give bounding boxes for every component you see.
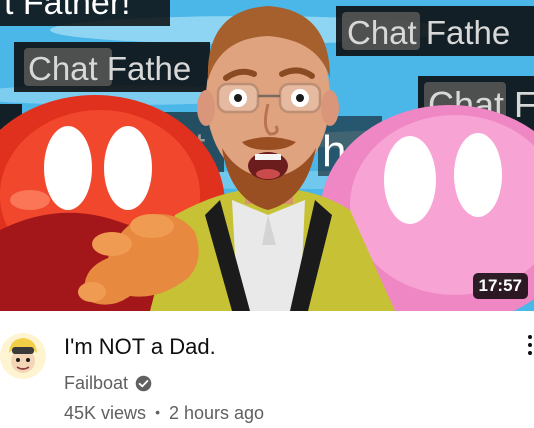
overlay-text: t Father!	[4, 0, 131, 22]
channel-name[interactable]: Failboat	[64, 371, 128, 395]
overlay-text: Chat Fathe	[28, 50, 191, 87]
more-vert-icon[interactable]	[524, 335, 534, 361]
video-card[interactable]: t Father! Chat Fathe Chat Fathe Chat F r…	[0, 0, 534, 428]
more-dot	[528, 343, 532, 347]
more-dot	[528, 351, 532, 355]
more-dot	[528, 335, 532, 339]
thumbnail-artwork: t Father! Chat Fathe Chat Fathe Chat F r…	[0, 0, 534, 311]
video-thumbnail[interactable]: t Father! Chat Fathe Chat Fathe Chat F r…	[0, 0, 534, 311]
overlay-text: Chat Fathe	[347, 14, 510, 51]
avatar-icon	[0, 333, 46, 379]
video-stats: 45K views • 2 hours ago	[64, 400, 264, 425]
stats-separator: •	[155, 404, 160, 420]
verified-check-icon	[135, 375, 152, 391]
channel-link[interactable]: Failboat	[64, 371, 152, 395]
video-meta: I'm NOT a Dad. Failboat 45K views • 2 ho…	[0, 311, 534, 428]
video-title[interactable]: I'm NOT a Dad.	[64, 333, 216, 361]
view-count: 45K views	[64, 403, 147, 423]
upload-time: 2 hours ago	[168, 403, 265, 423]
duration-badge: 17:57	[472, 273, 528, 299]
channel-avatar[interactable]	[0, 333, 46, 379]
